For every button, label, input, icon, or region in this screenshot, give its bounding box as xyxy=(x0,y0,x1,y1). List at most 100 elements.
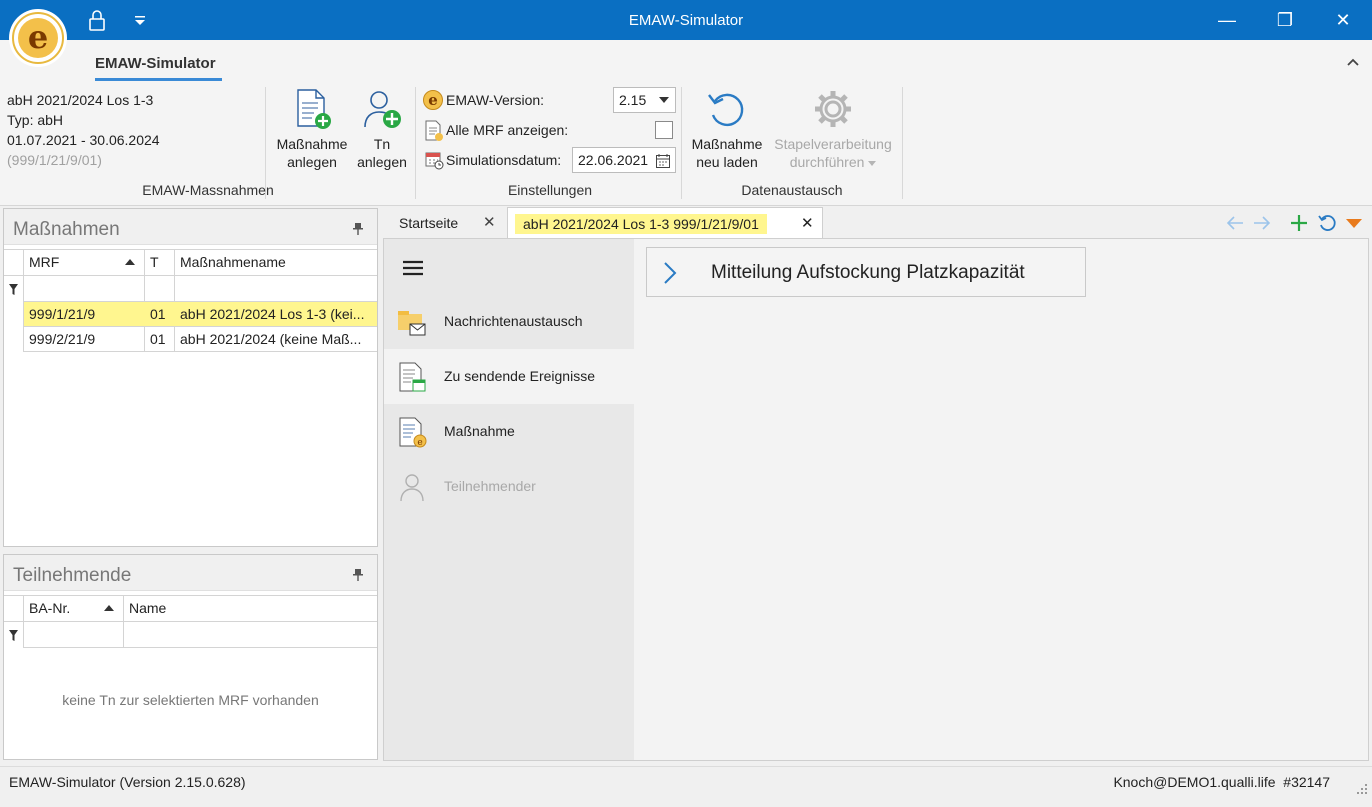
info-id: (999/1/21/9/01) xyxy=(7,152,102,168)
collapse-ribbon-icon[interactable] xyxy=(1346,54,1360,66)
column-header-name[interactable]: Name xyxy=(124,596,374,620)
expander-title: Mitteilung Aufstockung Platzkapazität xyxy=(711,262,1025,283)
table-row[interactable]: 999/2/21/9 01 abH 2021/2024 (keine Maß..… xyxy=(24,327,377,351)
tn-anlegen-button[interactable]: Tn anlegen xyxy=(353,87,411,171)
massnahme-doc-icon: e xyxy=(396,416,428,448)
tn-anlegen-label-1: Tn xyxy=(373,136,391,152)
restore-button[interactable]: ❐ xyxy=(1256,0,1314,40)
quick-access-dropdown-icon[interactable] xyxy=(132,14,148,28)
panel-title: Teilnehmende xyxy=(13,565,132,586)
nav-item-teilnehmender[interactable]: Teilnehmender xyxy=(384,459,634,514)
group-label-massnahmen: EMAW-Massnahmen xyxy=(142,182,274,198)
minimize-button[interactable]: — xyxy=(1198,0,1256,40)
cell-t: 01 xyxy=(150,306,166,322)
table-row[interactable]: 999/1/21/9 01 abH 2021/2024 Los 1-3 (kei… xyxy=(24,302,377,326)
add-person-icon xyxy=(361,87,403,131)
empty-state-text: keine Tn zur selektierten MRF vorhanden xyxy=(62,692,319,708)
stapelverarbeitung-button[interactable]: Stapelverarbeitung durchführen xyxy=(768,87,898,171)
tab-label: Startseite xyxy=(399,215,459,231)
tab-menu-dropdown-icon[interactable] xyxy=(1346,219,1362,228)
nav-label: Teilnehmender xyxy=(444,478,536,494)
massnahme-neu-laden-button[interactable]: Maßnahme neu laden xyxy=(687,87,767,171)
nav-label: Zu sendende Ereignisse xyxy=(444,368,595,384)
ribbon-tab-emaw[interactable]: EMAW-Simulator xyxy=(95,55,216,72)
back-arrow-icon[interactable] xyxy=(1225,215,1245,231)
group-label-datenaustausch: Datenaustausch xyxy=(741,182,843,198)
alle-mrf-label: Alle MRF anzeigen: xyxy=(446,122,569,138)
simulationsdatum-input[interactable]: 22.06.2021 xyxy=(572,147,676,173)
add-document-icon xyxy=(292,87,332,131)
filter-ba-nr-input[interactable] xyxy=(24,622,123,647)
alle-mrf-checkbox[interactable] xyxy=(655,121,673,139)
tab-startseite[interactable]: Startseite ✕ xyxy=(383,207,505,239)
column-header-t[interactable]: T xyxy=(145,250,174,274)
cell-name: abH 2021/2024 (keine Maß... xyxy=(180,331,362,347)
simulationsdatum-value: 22.06.2021 xyxy=(578,152,649,168)
pin-icon[interactable] xyxy=(353,568,363,581)
emaw-version-value: 2.15 xyxy=(619,92,647,108)
stapelverarbeitung-label-1: Stapelverarbeitung xyxy=(774,136,892,152)
column-header-name[interactable]: Maßnahmename xyxy=(175,250,375,274)
forward-arrow-icon[interactable] xyxy=(1252,215,1272,231)
ribbon: EMAW-Simulator abH 2021/2024 Los 1-3 Typ… xyxy=(0,40,1372,206)
chevron-down-icon xyxy=(659,97,669,103)
lock-icon[interactable] xyxy=(86,9,108,33)
filter-icon[interactable] xyxy=(9,629,18,641)
refresh-icon xyxy=(705,87,749,131)
close-tab-icon[interactable]: ✕ xyxy=(483,207,496,239)
stapelverarbeitung-label-2: durchführen xyxy=(789,154,865,170)
sort-ascending-icon xyxy=(125,259,135,265)
chevron-down-icon xyxy=(868,160,877,166)
reload-tab-icon[interactable] xyxy=(1317,213,1337,233)
massnahme-anlegen-button[interactable]: Maßnahme anlegen xyxy=(272,87,352,171)
nav-item-nachrichtenaustausch[interactable]: Nachrichtenaustausch xyxy=(384,294,634,349)
teilnehmende-grid: BA-Nr. Name xyxy=(4,595,377,649)
panel-title: Maßnahmen xyxy=(13,219,120,240)
document-tab-bar: Startseite ✕ abH 2021/2024 Los 1-3 999/1… xyxy=(383,207,1372,239)
filter-name-input[interactable] xyxy=(175,276,375,301)
emaw-version-select[interactable]: 2.15 xyxy=(613,87,676,113)
ribbon-separator xyxy=(902,87,903,199)
filter-name-input[interactable] xyxy=(124,622,375,647)
ribbon-separator xyxy=(415,87,416,199)
filter-mrf-input[interactable] xyxy=(24,276,144,301)
hamburger-menu-icon[interactable] xyxy=(402,259,424,277)
filter-t-input[interactable] xyxy=(145,276,174,301)
add-tab-icon[interactable] xyxy=(1289,213,1309,233)
calendar-clock-icon xyxy=(424,150,444,170)
nav-item-massnahme[interactable]: e Maßnahme xyxy=(384,404,634,459)
tn-anlegen-label-2: anlegen xyxy=(357,154,407,170)
tab-label: abH 2021/2024 Los 1-3 999/1/21/9/01 xyxy=(515,214,767,234)
nav-label: Maßnahme xyxy=(444,423,515,439)
person-icon xyxy=(396,471,428,503)
ribbon-separator xyxy=(681,87,682,199)
status-version: EMAW-Simulator (Version 2.15.0.628) xyxy=(9,774,246,790)
filter-icon[interactable] xyxy=(9,283,18,295)
massnahme-anlegen-label-1: Maßnahme xyxy=(276,136,348,152)
resize-grip-icon[interactable] xyxy=(1356,777,1368,794)
emaw-version-label: EMAW-Version: xyxy=(446,92,545,108)
calendar-icon[interactable] xyxy=(655,152,671,168)
info-type: Typ: abH xyxy=(7,112,64,128)
svg-text:e: e xyxy=(417,438,422,448)
nav-item-zu-sendende-ereignisse[interactable]: Zu sendende Ereignisse xyxy=(384,349,634,404)
tab-massnahme[interactable]: abH 2021/2024 Los 1-3 999/1/21/9/01 ✕ xyxy=(507,207,823,239)
app-logo[interactable]: e xyxy=(12,12,64,64)
group-label-einstellungen: Einstellungen xyxy=(507,182,593,198)
nav-label: Nachrichtenaustausch xyxy=(444,313,583,329)
close-tab-icon[interactable]: ✕ xyxy=(801,208,814,240)
pin-icon[interactable] xyxy=(353,222,363,235)
teilnehmende-panel: Teilnehmende BA-Nr. Name keine Tn zur se… xyxy=(3,554,378,760)
panel-header: Teilnehmende xyxy=(4,555,377,591)
close-button[interactable]: ✕ xyxy=(1314,0,1372,40)
chevron-right-icon xyxy=(663,261,677,285)
info-period: 01.07.2021 - 30.06.2024 xyxy=(7,132,160,148)
simulationsdatum-label: Simulationsdatum: xyxy=(446,152,562,168)
status-user: Knoch@DEMO1.qualli.life #32147 xyxy=(1113,774,1330,790)
massnahmen-grid: MRF T Maßnahmename 999/1/21/9 01 abH 202… xyxy=(4,249,377,352)
mitteilung-expander[interactable]: Mitteilung Aufstockung Platzkapazität xyxy=(646,247,1086,297)
stapelverarbeitung-label-2-row: durchführen xyxy=(768,153,898,171)
events-doc-icon xyxy=(396,361,428,393)
massnahmen-panel: Maßnahmen MRF T Maßnahmename 999/1/21/9 … xyxy=(3,208,378,547)
neu-laden-label-2: neu laden xyxy=(696,154,758,170)
